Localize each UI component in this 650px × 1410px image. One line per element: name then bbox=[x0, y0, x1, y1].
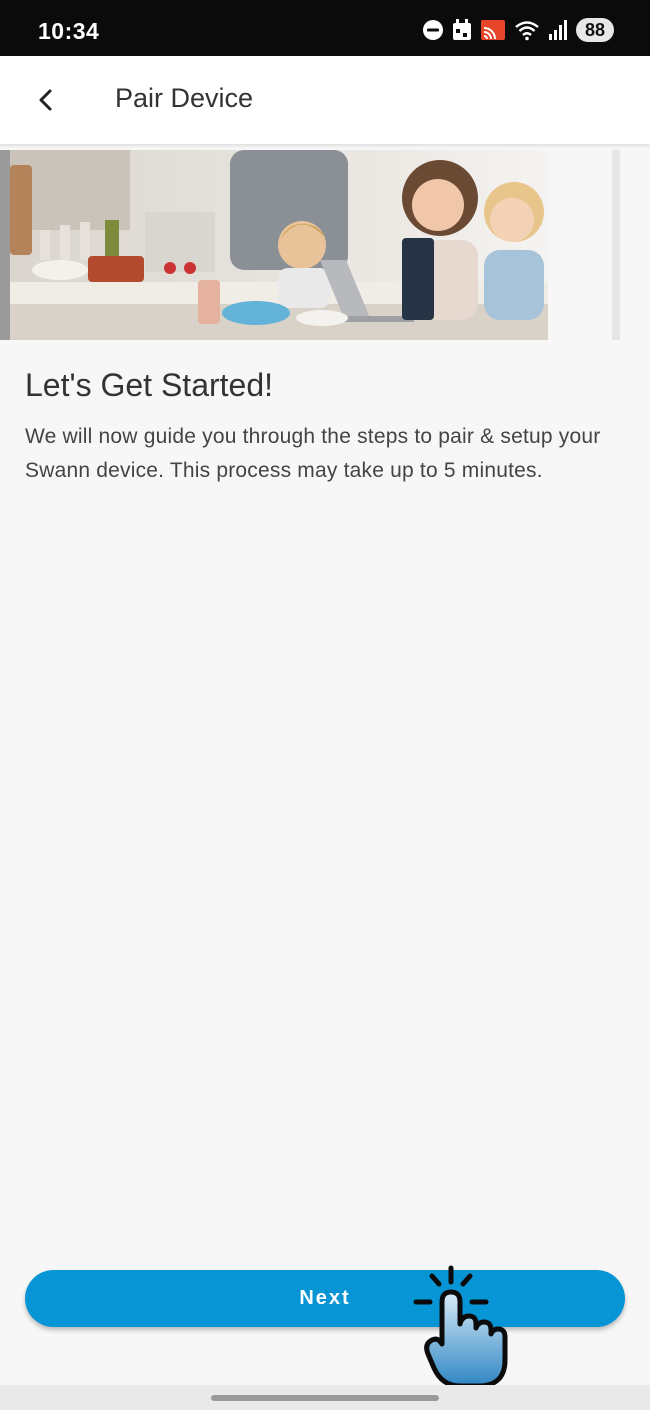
status-time: 10:34 bbox=[38, 18, 100, 44]
battery-indicator: 88 bbox=[576, 18, 614, 42]
status-bar: 10:34 88 bbox=[0, 0, 650, 56]
chevron-left-icon bbox=[39, 89, 52, 111]
page-title: Pair Device bbox=[115, 83, 254, 113]
gesture-nav-bar bbox=[0, 1385, 650, 1410]
do-not-disturb-icon bbox=[423, 20, 443, 40]
family-kitchen-photo bbox=[0, 150, 650, 340]
cast-icon bbox=[481, 20, 505, 40]
home-indicator[interactable] bbox=[211, 1395, 439, 1401]
status-icons: 88 bbox=[422, 16, 614, 44]
heading: Let's Get Started! bbox=[25, 367, 274, 403]
back-button[interactable] bbox=[24, 78, 68, 122]
intro-text: We will now guide you through the steps … bbox=[25, 425, 601, 482]
calendar-icon bbox=[453, 19, 471, 40]
signal-icon bbox=[549, 20, 567, 40]
wifi-icon bbox=[515, 21, 539, 41]
next-button[interactable]: Next bbox=[25, 1270, 625, 1327]
hero-image bbox=[0, 150, 650, 340]
app-bar: Pair Device bbox=[0, 56, 650, 144]
